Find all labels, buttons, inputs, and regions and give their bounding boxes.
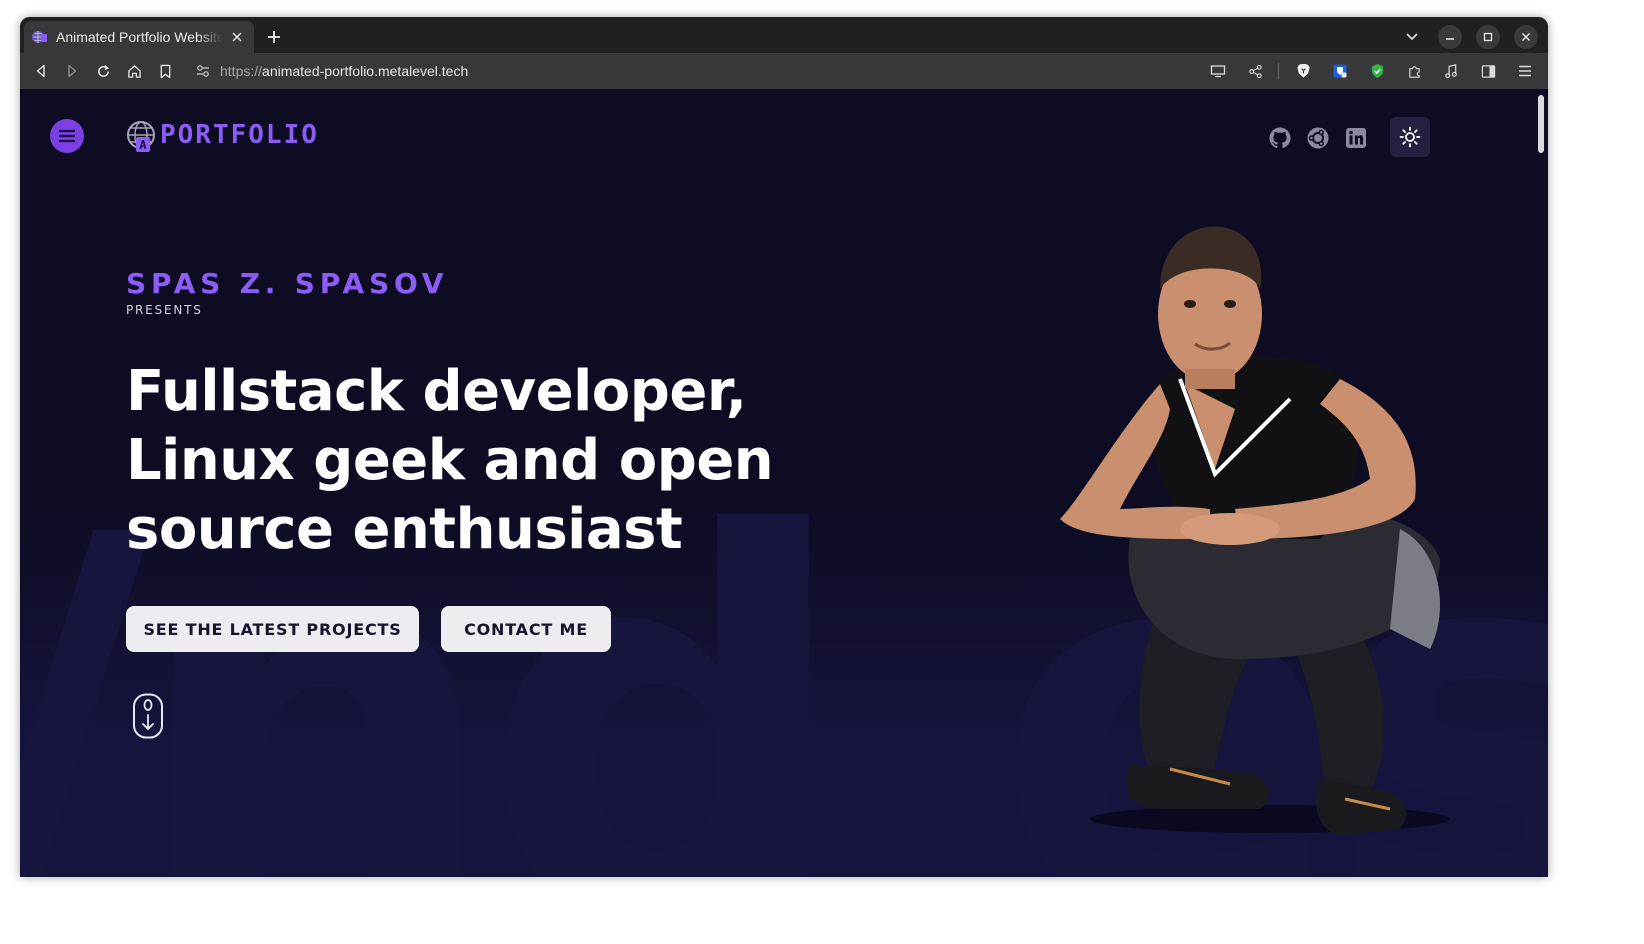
latest-projects-button[interactable]: SEE THE LATEST PROJECTS bbox=[126, 606, 419, 652]
tab-list-button[interactable] bbox=[1400, 25, 1424, 49]
reload-button[interactable] bbox=[88, 57, 118, 85]
globe-logo-icon: A bbox=[127, 121, 155, 152]
brave-shields-button[interactable] bbox=[1288, 57, 1318, 85]
tab-strip: Animated Portfolio Website bbox=[20, 17, 1548, 53]
home-icon bbox=[127, 64, 141, 78]
chevron-down-icon bbox=[1406, 33, 1418, 41]
reload-icon bbox=[97, 64, 109, 77]
share-icon bbox=[1248, 64, 1262, 78]
toolbar-actions bbox=[1202, 57, 1540, 85]
puzzle-icon bbox=[1408, 65, 1420, 78]
sidebar-button[interactable] bbox=[1473, 57, 1503, 85]
maximize-button[interactable] bbox=[1476, 25, 1500, 49]
bookmark-button[interactable] bbox=[150, 57, 180, 85]
ubuntu-link[interactable] bbox=[1305, 125, 1331, 151]
close-icon bbox=[1522, 33, 1530, 41]
site-logo[interactable]: A PORTFOLIO bbox=[126, 117, 319, 153]
forward-button[interactable] bbox=[57, 57, 87, 85]
sun-icon bbox=[1399, 126, 1421, 148]
site-favicon-icon bbox=[32, 31, 47, 43]
ubuntu-icon bbox=[1307, 127, 1329, 149]
theme-toggle-button[interactable] bbox=[1390, 117, 1430, 157]
close-window-button[interactable] bbox=[1514, 25, 1538, 49]
media-control-button[interactable] bbox=[1436, 57, 1466, 85]
address-bar[interactable]: https://animated-portfolio.metalevel.tec… bbox=[188, 57, 1248, 85]
github-link[interactable] bbox=[1267, 125, 1293, 151]
main-menu-button[interactable] bbox=[1510, 57, 1540, 85]
minimize-icon bbox=[1446, 38, 1454, 40]
url-text[interactable]: https://animated-portfolio.metalevel.tec… bbox=[220, 63, 468, 79]
extension-bitwarden-button[interactable] bbox=[1325, 57, 1355, 85]
active-tab[interactable]: Animated Portfolio Website bbox=[24, 21, 254, 53]
author-name: SPAS Z. SPASOV bbox=[126, 267, 449, 300]
sidebar-icon bbox=[1481, 64, 1495, 78]
back-button[interactable] bbox=[26, 57, 56, 85]
toolbar-separator bbox=[1278, 63, 1279, 79]
brave-lion-icon bbox=[1296, 63, 1310, 78]
extension-adblock-button[interactable] bbox=[1362, 57, 1392, 85]
hamburger-menu-icon bbox=[58, 129, 76, 143]
minimize-button[interactable] bbox=[1438, 25, 1462, 49]
page-viewport: /nd es A PORTFOLIO SPAS Z. SPASOV PRESEN… bbox=[20, 89, 1548, 877]
bitwarden-icon bbox=[1333, 64, 1347, 78]
hero-headline: Fullstack developer, Linux geek and open… bbox=[126, 359, 774, 562]
browser-window: Animated Portfolio Website https://anima… bbox=[20, 17, 1548, 877]
browser-toolbar: https://animated-portfolio.metalevel.tec… bbox=[20, 53, 1548, 89]
svg-text:A: A bbox=[139, 138, 147, 152]
logo-text: PORTFOLIO bbox=[160, 120, 319, 150]
window-controls bbox=[1400, 25, 1538, 49]
hamburger-menu-icon bbox=[1519, 65, 1531, 77]
plus-icon bbox=[268, 31, 280, 43]
tab-title: Animated Portfolio Website bbox=[56, 29, 222, 45]
scroll-down-mouse-icon[interactable] bbox=[132, 693, 164, 739]
extensions-button[interactable] bbox=[1399, 57, 1429, 85]
nav-menu-button[interactable] bbox=[50, 119, 84, 153]
linkedin-link[interactable] bbox=[1343, 125, 1369, 151]
home-button[interactable] bbox=[119, 57, 149, 85]
site-settings-icon[interactable] bbox=[196, 64, 210, 78]
maximize-icon bbox=[1483, 32, 1493, 42]
back-arrow-icon bbox=[36, 64, 45, 78]
close-tab-icon[interactable] bbox=[228, 28, 246, 46]
url-host: animated-portfolio.metalevel.tech bbox=[262, 63, 469, 79]
github-icon bbox=[1269, 127, 1291, 149]
share-button[interactable] bbox=[1240, 57, 1270, 85]
music-note-icon bbox=[1445, 63, 1457, 78]
linkedin-icon bbox=[1346, 128, 1366, 148]
page-scrollbar[interactable] bbox=[1538, 95, 1544, 153]
new-tab-button[interactable] bbox=[264, 27, 284, 47]
presents-label: PRESENTS bbox=[126, 303, 203, 317]
cast-icon bbox=[1210, 65, 1226, 78]
bookmark-icon bbox=[160, 64, 170, 78]
contact-me-button[interactable]: CONTACT ME bbox=[441, 606, 611, 652]
cast-button[interactable] bbox=[1203, 57, 1233, 85]
forward-arrow-icon bbox=[68, 64, 77, 78]
profile-photo bbox=[1060, 226, 1450, 835]
url-scheme: https:// bbox=[220, 63, 263, 79]
shield-check-icon bbox=[1371, 63, 1383, 79]
